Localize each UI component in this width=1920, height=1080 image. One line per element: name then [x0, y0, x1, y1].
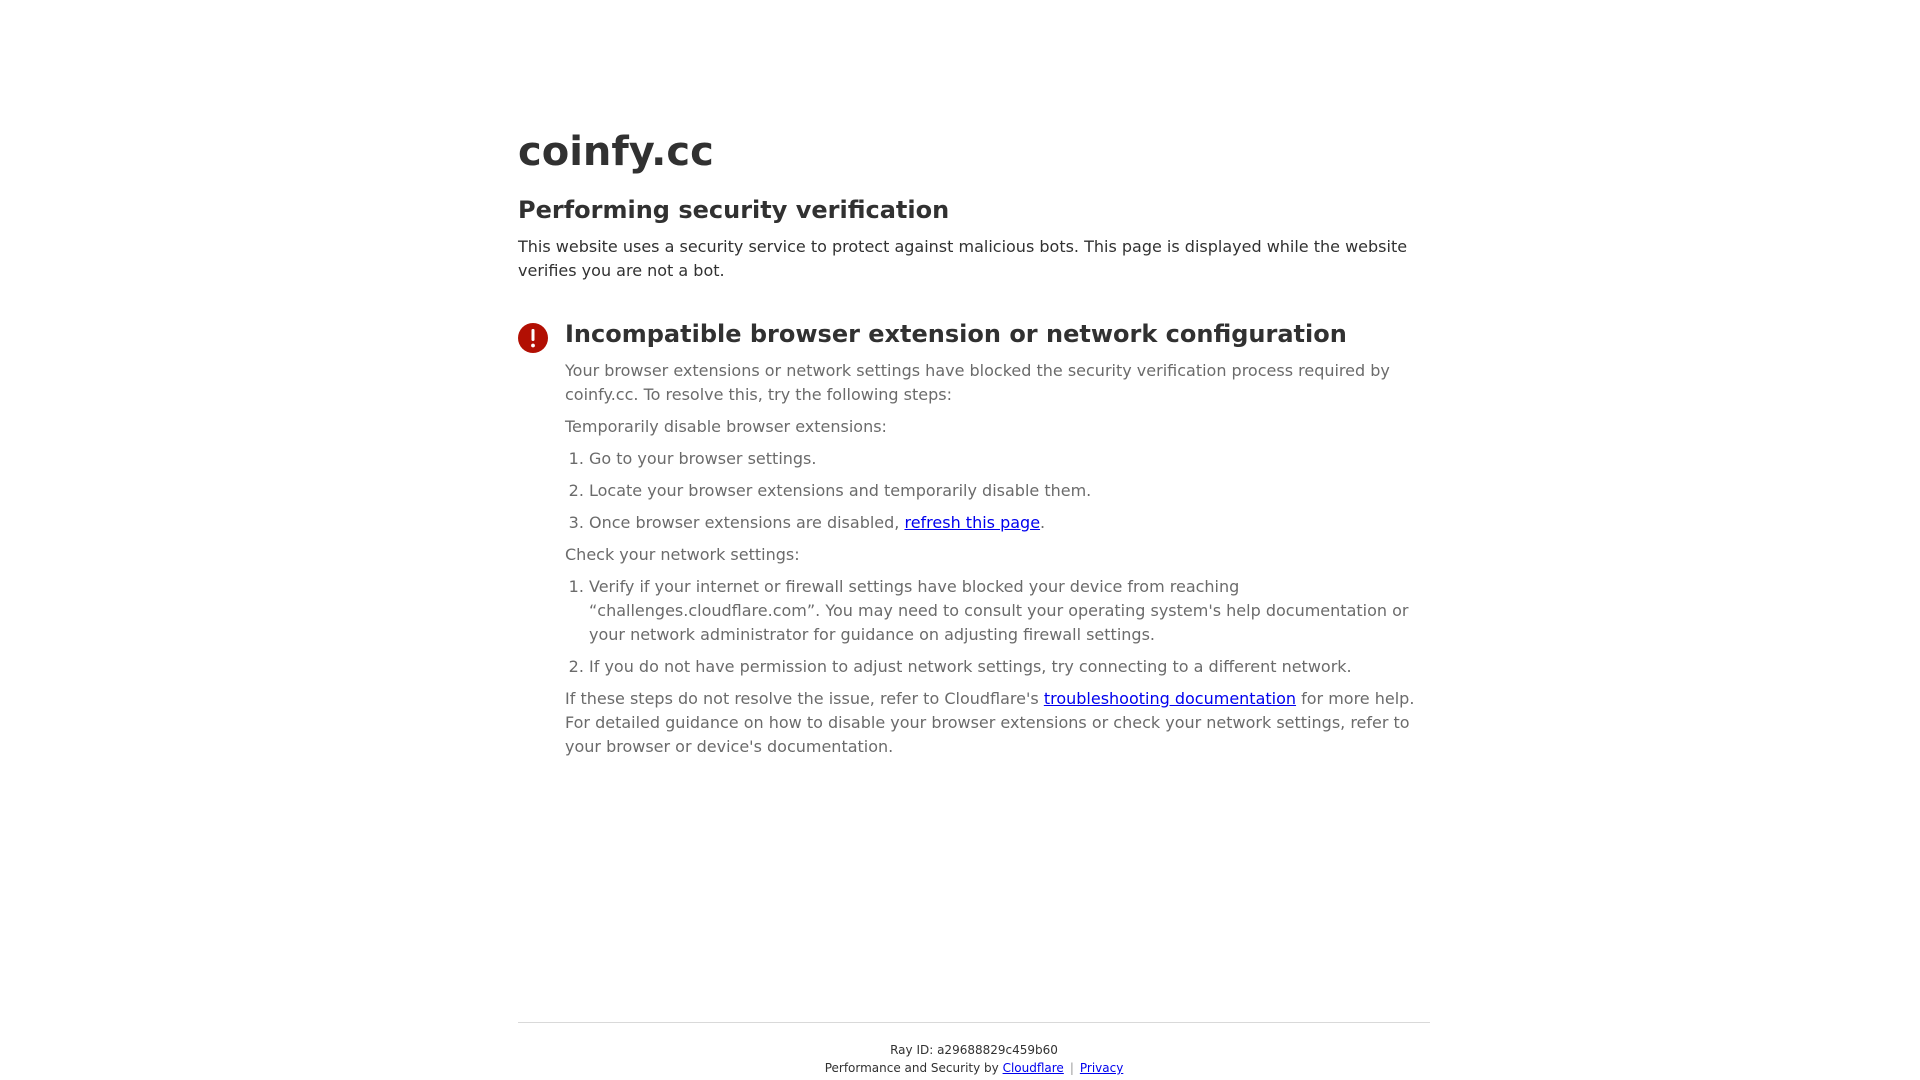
- list-item: Go to your browser settings.: [589, 447, 1430, 471]
- step-text: If you do not have permission to adjust …: [589, 657, 1352, 676]
- step-text: Once browser extensions are disabled,: [589, 513, 905, 532]
- performance-line: Performance and Security by Cloudflare | P…: [518, 1059, 1430, 1077]
- extension-steps-list: Go to your browser settings. Locate your…: [565, 447, 1430, 535]
- error-description: Your browser extensions or network setti…: [565, 361, 1390, 404]
- step-text: Locate your browser extensions and tempo…: [589, 481, 1092, 500]
- step-text: Go to your browser settings.: [589, 449, 817, 468]
- intro-text: This website uses a security service to …: [518, 237, 1408, 280]
- network-steps-list: Verify if your internet or firewall sett…: [565, 575, 1430, 679]
- error-body: Your browser extensions or network setti…: [565, 359, 1430, 759]
- page-heading: Performing security verification: [518, 196, 950, 224]
- error-title: Incompatible browser extension or networ…: [565, 320, 1347, 348]
- cloudflare-link[interactable]: Cloudflare: [1003, 1061, 1064, 1075]
- performance-text: Performance and Security by: [824, 1061, 1003, 1075]
- refresh-page-link[interactable]: refresh this page: [904, 513, 1040, 532]
- step-text-suffix: .: [1040, 513, 1046, 532]
- closing-text: If these steps do not resolve the issue,…: [565, 687, 1430, 759]
- ray-id-label: Ray ID:: [890, 1043, 938, 1057]
- list-item: Locate your browser extensions and tempo…: [589, 479, 1430, 503]
- error-block: Incompatible browser extension or networ…: [518, 319, 1430, 759]
- closing-prefix: If these steps do not resolve the issue,…: [565, 689, 1044, 708]
- privacy-link[interactable]: Privacy: [1080, 1061, 1123, 1075]
- challenge-page: coinfy.cc Performing security verificati…: [0, 0, 1920, 1080]
- network-heading: Check your network settings:: [565, 545, 800, 564]
- footer: Ray ID: a29688829c459b60 Performance and…: [518, 1022, 1430, 1077]
- main-content: coinfy.cc Performing security verificati…: [518, 128, 1430, 767]
- list-item: Once browser extensions are disabled, re…: [589, 511, 1430, 535]
- list-item: Verify if your internet or firewall sett…: [589, 575, 1430, 647]
- ray-id-value: a29688829c459b60: [937, 1043, 1058, 1057]
- list-item: If you do not have permission to adjust …: [589, 655, 1430, 679]
- site-name: coinfy.cc: [518, 129, 714, 175]
- troubleshooting-docs-link[interactable]: troubleshooting documentation: [1044, 689, 1296, 708]
- exclamation-icon: [518, 323, 548, 353]
- extensions-heading: Temporarily disable browser extensions:: [565, 417, 887, 436]
- step-text: Verify if your internet or firewall sett…: [589, 577, 1409, 644]
- ray-id-line: Ray ID: a29688829c459b60: [518, 1041, 1430, 1059]
- footer-separator: |: [1069, 1061, 1074, 1075]
